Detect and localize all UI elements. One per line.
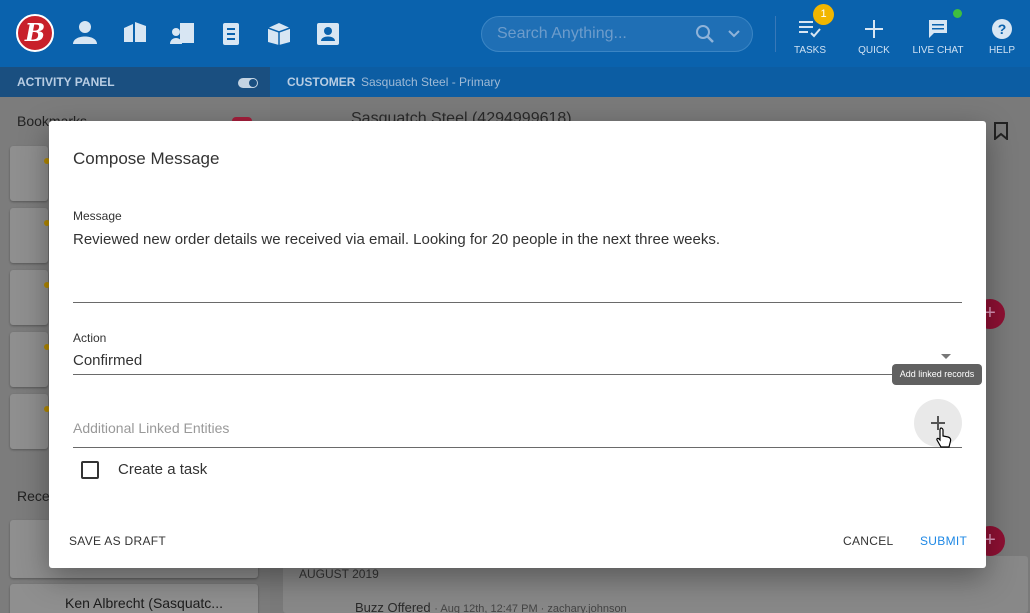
svg-text:?: ? [998,21,1007,37]
bookmark-card[interactable] [10,332,48,387]
online-status-dot [953,9,962,18]
recent-title: Rece [17,488,50,504]
linked-entities-input[interactable]: Additional Linked Entities [73,420,229,436]
clipboard-icon[interactable] [219,20,245,46]
building-icon[interactable] [122,20,148,46]
bookmark-card[interactable] [10,394,48,449]
contacts-building-icon[interactable] [170,20,196,46]
action-label: Action [73,331,107,345]
toolbar-divider [775,16,776,52]
bookmark-card[interactable] [10,146,48,201]
message-label: Message [73,209,122,223]
help-icon: ? [992,19,1012,39]
top-navigation-bar: B Search Anything... TASKS 1 QUICK LIVE … [0,0,1030,67]
create-task-checkbox[interactable] [81,461,99,479]
bookmark-card[interactable] [10,208,48,263]
customer-label: CUSTOMER [287,75,356,89]
tasks-label: TASKS [793,45,827,56]
linked-entities-underline [73,447,962,448]
bookmark-icon[interactable] [993,122,1009,140]
timeline-month: AUGUST 2019 [299,567,379,581]
save-as-draft-button[interactable]: SAVE AS DRAFT [69,534,166,548]
bookmark-card[interactable] [10,270,48,325]
plus-icon [865,20,883,38]
message-underline [73,302,962,303]
package-icon[interactable] [266,20,292,46]
message-field[interactable]: Reviewed new order details we received v… [73,231,720,248]
help-label: HELP [988,45,1016,56]
quick-button[interactable]: QUICK [842,8,906,56]
customer-name[interactable]: Sasquatch Steel - Primary [361,75,500,89]
hand-cursor-icon [936,427,952,448]
search-icon[interactable] [695,24,715,44]
action-select[interactable]: Confirmed [73,352,142,369]
add-linked-records-tooltip: Add linked records [892,364,982,385]
tasks-count-badge: 1 [813,4,834,25]
cancel-button[interactable]: CANCEL [843,534,893,548]
live-chat-label: LIVE CHAT [912,45,964,56]
chevron-down-icon[interactable] [727,27,741,41]
activity-panel-header: ACTIVITY PANEL [0,67,270,97]
dropdown-arrow-icon[interactable] [941,354,951,359]
recent-item-label[interactable]: Ken Albrecht (Sasquatc... [65,595,223,611]
global-search-box[interactable]: Search Anything... [481,16,753,52]
search-input[interactable]: Search Anything... [497,25,627,43]
dialog-title: Compose Message [73,149,220,168]
id-badge-icon[interactable] [315,20,341,46]
help-button[interactable]: ? HELP [970,8,1030,56]
activity-panel-toggle[interactable] [238,78,258,88]
action-underline [73,374,962,375]
quick-label: QUICK [858,45,890,56]
activity-panel-title: ACTIVITY PANEL [17,75,115,89]
app-logo[interactable]: B [16,14,54,52]
compose-message-dialog: Compose Message Message Reviewed new ord… [49,121,986,568]
chat-icon [929,20,947,38]
timeline-entry[interactable]: Buzz Offered · Aug 12th, 12:47 PM · zach… [355,600,627,613]
create-task-label[interactable]: Create a task [118,461,207,478]
submit-button[interactable]: SUBMIT [920,534,967,548]
timeline-entry-meta: · Aug 12th, 12:47 PM · zachary.johnson [434,603,627,613]
timeline-entry-title: Buzz Offered [355,600,431,613]
person-icon[interactable] [73,20,99,46]
